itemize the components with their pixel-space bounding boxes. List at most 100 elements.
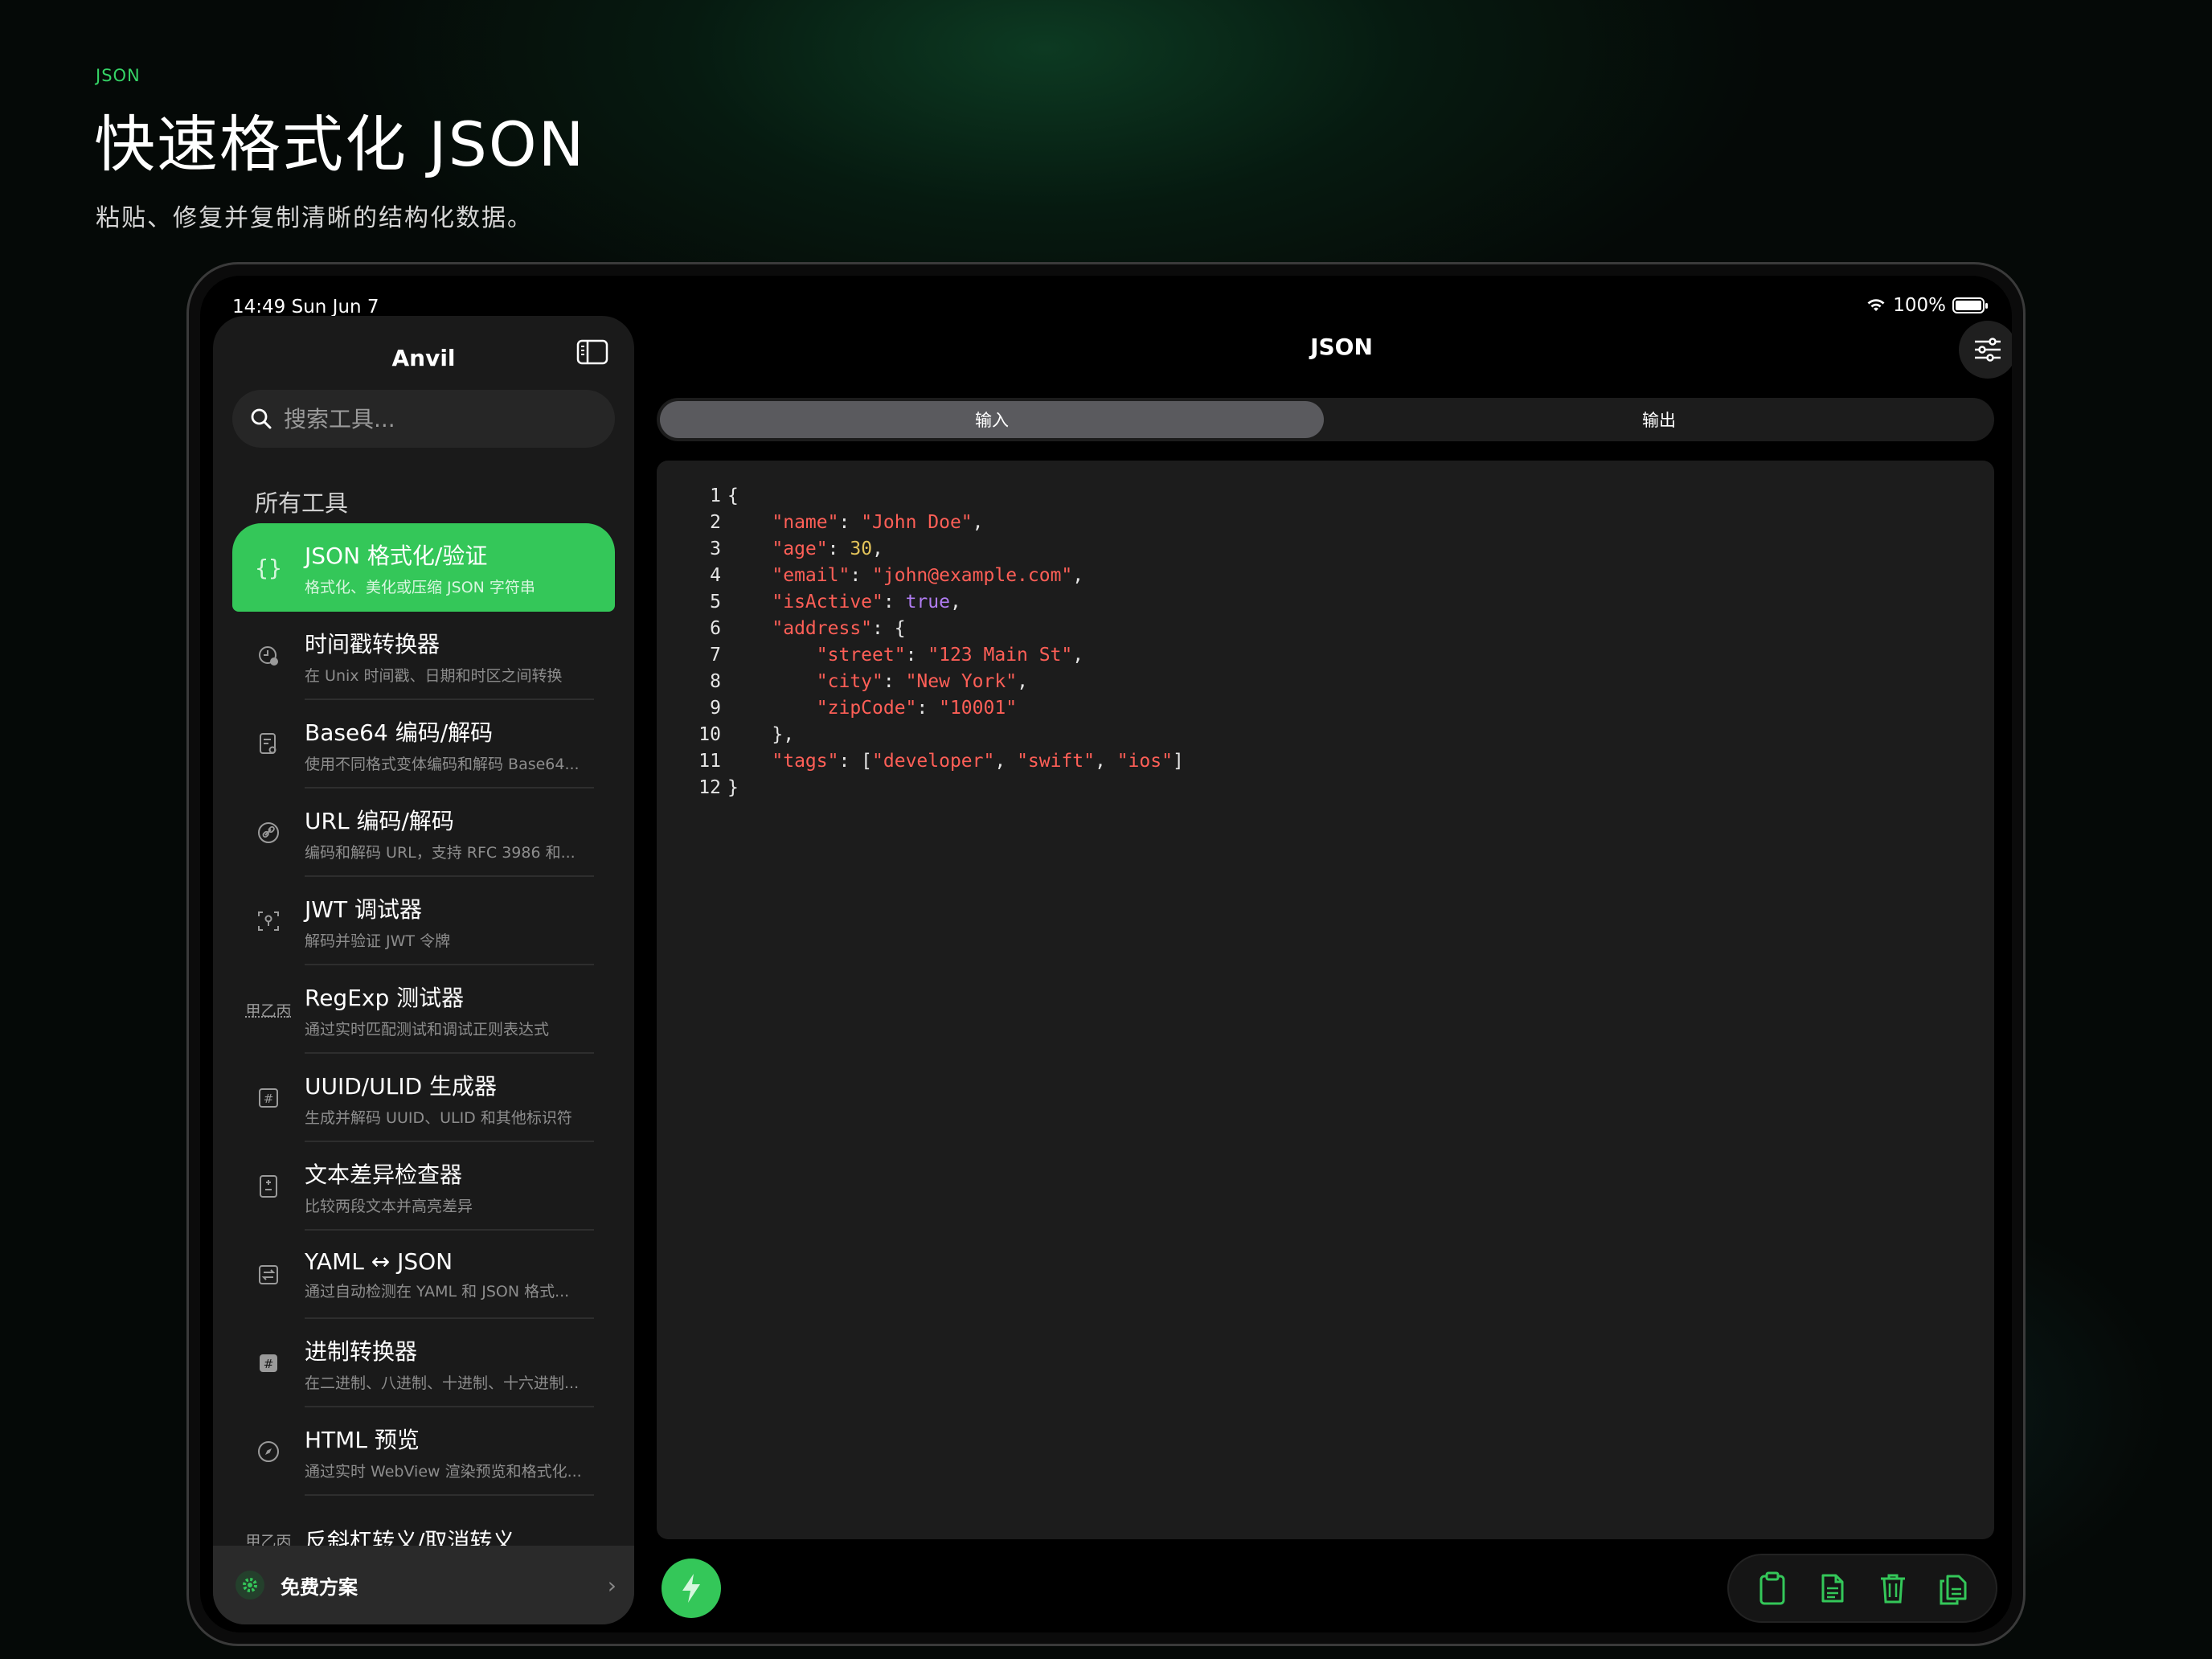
tool-item-uuid[interactable]: # UUID/ULID 生成器 生成并解码 UUID、ULID 和其他标识符 <box>232 1054 615 1142</box>
code-line: 12} <box>689 775 1184 801</box>
tool-item-url[interactable]: URL 编码/解码 编码和解码 URL，支持 RFC 3986 和... <box>232 789 615 877</box>
sidebar-toggle-icon[interactable] <box>576 338 608 366</box>
status-time: 14:49 Sun Jun 7 <box>232 297 379 317</box>
code-line: 3 "age": 30, <box>689 536 1184 563</box>
code-token: : <box>905 645 928 666</box>
line-number: 5 <box>710 592 721 612</box>
code-line: 2 "name": "John Doe", <box>689 510 1184 536</box>
code-token: , <box>949 592 961 612</box>
code-token: , <box>872 539 883 559</box>
plan-row[interactable]: 免费方案 › <box>213 1546 634 1624</box>
document-search-icon <box>232 732 305 756</box>
code-token: "name" <box>772 512 839 533</box>
code-token: "john@example.com" <box>872 565 1073 586</box>
tool-desc: 通过自动检测在 YAML 和 JSON 格式... <box>305 1283 570 1301</box>
tool-item-radix[interactable]: # 进制转换器在二进制、八进制、十进制、十六进制... <box>232 1319 615 1407</box>
sidebar: Anvil 所有工具 {} JSON 格式化/验证格式化、美化或压缩 <box>213 316 634 1624</box>
code-line: 1{ <box>689 483 1184 510</box>
code-token: "10001" <box>939 698 1018 719</box>
tool-item-diff[interactable]: 文本差异检查器 比较两段文本并高亮差异 <box>232 1142 615 1231</box>
line-number: 12 <box>698 777 721 798</box>
tool-item-timestamp[interactable]: 时间戳转换器在 Unix 时间戳、日期和时区之间转换 <box>232 612 615 700</box>
code-token: "zipCode" <box>816 698 917 719</box>
tool-item-json[interactable]: {} JSON 格式化/验证格式化、美化或压缩 JSON 字符串 <box>232 523 615 612</box>
code-line: 8 "city": "New York", <box>689 669 1184 695</box>
line-number: 10 <box>698 724 721 745</box>
tool-title: JWT 调试器 <box>305 895 422 923</box>
code-token: "John Doe" <box>861 512 973 533</box>
tool-title: JSON 格式化/验证 <box>305 542 488 569</box>
tool-item-regexp[interactable]: 甲乙丙 RegExp 测试器 通过实时匹配测试和调试正则表达式 <box>232 965 615 1054</box>
plan-label: 免费方案 <box>281 1575 358 1599</box>
code-token: "swift" <box>1017 751 1095 772</box>
battery-percent: 100% <box>1893 295 1946 316</box>
line-number: 9 <box>710 698 721 719</box>
ipad-frame: 14:49 Sun Jun 7 100% Anvil 搜索工具... 所有工具 … <box>186 262 2026 1646</box>
json-editor[interactable]: 1{2 "name": "John Doe", 3 "age": 30, 4 "em… <box>657 461 1994 1539</box>
document-icon[interactable] <box>1810 1566 1855 1611</box>
tool-title: 文本差异检查器 <box>305 1161 463 1188</box>
code-token: }, <box>727 724 795 745</box>
status-right: 100% <box>1866 295 1988 316</box>
tool-list: {} JSON 格式化/验证格式化、美化或压缩 JSON 字符串 时间戳转换器在… <box>232 523 615 1584</box>
tool-title: 进制转换器 <box>305 1337 418 1365</box>
hash-filled-icon: # <box>232 1352 305 1374</box>
tab-output[interactable]: 输出 <box>1327 401 1991 438</box>
headline: 快速格式化 JSON <box>94 109 586 180</box>
search-icon <box>251 408 272 429</box>
tool-title: Base64 编码/解码 <box>305 719 494 746</box>
format-run-button[interactable] <box>662 1559 721 1618</box>
code-line: 4 "email": "john@example.com", <box>689 563 1184 589</box>
tool-desc: 编码和解码 URL，支持 RFC 3986 和... <box>305 843 576 862</box>
paste-icon[interactable] <box>1750 1566 1795 1611</box>
line-number: 7 <box>710 645 721 666</box>
code-token: "email" <box>772 565 850 586</box>
ipad-screen: 14:49 Sun Jun 7 100% Anvil 搜索工具... 所有工具 … <box>200 276 2012 1632</box>
compass-icon <box>232 1440 305 1464</box>
code-token: : <box>838 512 862 533</box>
tool-item-jwt[interactable]: JWT 调试器 解码并验证 JWT 令牌 <box>232 877 615 965</box>
tool-title: 时间戳转换器 <box>305 630 440 657</box>
tool-item-yaml[interactable]: YAML ↔ JSON 通过自动检测在 YAML 和 JSON 格式... <box>232 1231 615 1319</box>
code-token: "123 Main St" <box>928 645 1073 666</box>
tool-desc: 在二进制、八进制、十进制、十六进制... <box>305 1374 580 1392</box>
tab-input[interactable]: 输入 <box>660 401 1324 438</box>
search-input[interactable] <box>284 405 589 432</box>
code-content[interactable]: 1{2 "name": "John Doe", 3 "age": 30, 4 "em… <box>689 483 1184 801</box>
tool-item-html[interactable]: HTML 预览 通过实时 WebView 渲染预览和格式化... <box>232 1407 615 1496</box>
code-token: true <box>905 592 950 612</box>
code-token: "street" <box>816 645 906 666</box>
code-token: : <box>827 539 850 559</box>
tool-desc: 格式化、美化或压缩 JSON 字符串 <box>305 578 535 596</box>
gear-icon <box>236 1571 264 1600</box>
search-field[interactable] <box>232 390 615 448</box>
copy-icon[interactable] <box>1931 1566 1976 1611</box>
line-number: 1 <box>710 485 721 506</box>
code-token: "isActive" <box>772 592 883 612</box>
line-number: 2 <box>710 512 721 533</box>
code-token: : <box>916 698 940 719</box>
code-token: "age" <box>772 539 828 559</box>
action-toolbar <box>1727 1554 1997 1623</box>
code-token: "developer" <box>872 751 995 772</box>
code-token: , <box>1095 751 1117 772</box>
trash-icon[interactable] <box>1870 1566 1915 1611</box>
braces-icon: {} <box>255 554 282 581</box>
code-token: 30 <box>850 539 873 559</box>
subheadline: 粘贴、修复并复制清晰的结构化数据。 <box>96 204 533 232</box>
code-line: 7 "street": "123 Main St", <box>689 642 1184 669</box>
code-token: "New York" <box>905 671 1018 692</box>
code-token: : [ <box>838 751 873 772</box>
hash-box-icon: # <box>232 1087 305 1109</box>
line-number: 8 <box>710 671 721 692</box>
code-line: 6 "address": { <box>689 616 1184 642</box>
tool-desc: 在 Unix 时间戳、日期和时区之间转换 <box>305 666 563 685</box>
code-token: , <box>1017 671 1028 692</box>
settings-button[interactable] <box>1959 321 2012 379</box>
tool-item-base64[interactable]: Base64 编码/解码 使用不同格式变体编码和解码 Base64... <box>232 700 615 789</box>
